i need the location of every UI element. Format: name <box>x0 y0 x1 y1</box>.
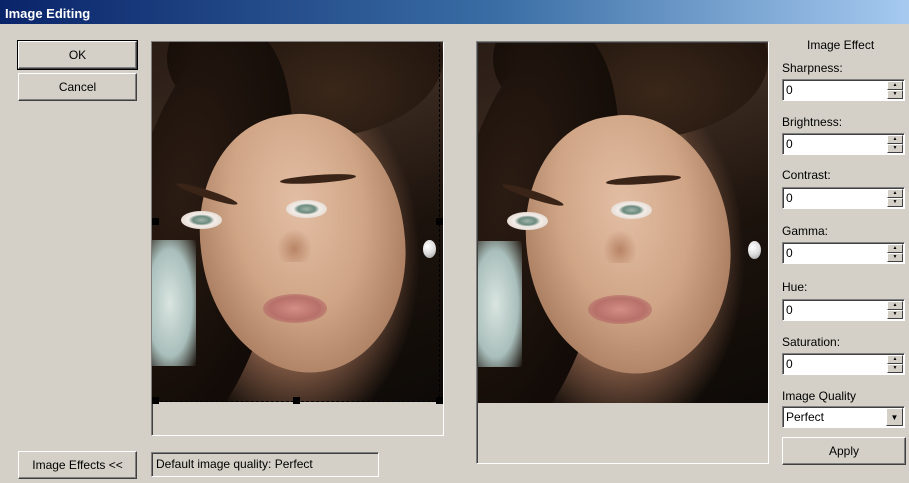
gamma-spinner[interactable]: 0 ▲ ▼ <box>782 242 905 264</box>
contrast-value[interactable]: 0 <box>786 191 793 205</box>
image-effects-toggle-button[interactable]: Image Effects << <box>18 451 137 479</box>
spin-down-icon[interactable]: ▼ <box>887 364 903 373</box>
spin-down-icon[interactable]: ▼ <box>887 310 903 319</box>
photo-left-eye <box>181 211 222 230</box>
hue-value[interactable]: 0 <box>786 303 793 317</box>
spin-down-icon[interactable]: ▼ <box>887 253 903 262</box>
cancel-button[interactable]: Cancel <box>18 73 137 101</box>
chevron-down-icon[interactable]: ▼ <box>886 408 903 426</box>
gamma-value[interactable]: 0 <box>786 246 793 260</box>
spin-down-icon[interactable]: ▼ <box>887 90 903 99</box>
window-title: Image Editing <box>0 0 909 24</box>
photo-lips <box>262 294 327 323</box>
apply-button[interactable]: Apply <box>782 437 906 465</box>
photo-nose <box>602 230 638 263</box>
photo-left-eye <box>507 212 548 231</box>
brightness-spinner[interactable]: 0 ▲ ▼ <box>782 133 905 155</box>
saturation-value[interactable]: 0 <box>786 357 793 371</box>
contrast-label: Contrast: <box>782 168 831 182</box>
photo-lips <box>588 295 652 324</box>
spin-down-icon[interactable]: ▼ <box>887 144 903 153</box>
photo-background-light <box>478 241 522 367</box>
status-text: Default image quality: Perfect <box>156 457 313 471</box>
image-quality-label: Image Quality <box>782 389 857 403</box>
photo-nose <box>277 229 313 262</box>
hue-spinner[interactable]: 0 ▲ ▼ <box>782 299 905 321</box>
spin-up-icon[interactable]: ▲ <box>887 189 903 198</box>
image-quality-value: Perfect <box>786 410 825 424</box>
ok-button[interactable]: OK <box>17 40 138 70</box>
source-image[interactable] <box>152 42 443 402</box>
brightness-label: Brightness: <box>782 115 843 129</box>
spin-up-icon[interactable]: ▲ <box>887 135 903 144</box>
crop-handle-bottom-right[interactable] <box>436 397 443 404</box>
effects-heading: Image Effect <box>807 38 875 52</box>
crop-handle-bottom-left[interactable] <box>152 397 159 404</box>
status-field: Default image quality: Perfect <box>151 452 379 477</box>
image-quality-select[interactable]: Perfect ▼ <box>782 406 905 428</box>
preview-image <box>478 43 768 403</box>
crop-handle-bottom-mid[interactable] <box>293 397 300 404</box>
crop-handle-left-mid[interactable] <box>152 218 159 225</box>
spin-up-icon[interactable]: ▲ <box>887 244 903 253</box>
sharpness-spinner[interactable]: 0 ▲ ▼ <box>782 79 905 101</box>
saturation-label: Saturation: <box>782 335 841 349</box>
photo-earring <box>422 240 436 258</box>
contrast-spinner[interactable]: 0 ▲ ▼ <box>782 187 905 209</box>
brightness-value[interactable]: 0 <box>786 137 793 151</box>
saturation-spinner[interactable]: 0 ▲ ▼ <box>782 353 905 375</box>
gamma-label: Gamma: <box>782 224 829 238</box>
spin-up-icon[interactable]: ▲ <box>887 355 903 364</box>
photo-earring <box>747 241 761 259</box>
sharpness-label: Sharpness: <box>782 61 843 75</box>
photo-background-light <box>152 240 196 366</box>
crop-handle-right-mid[interactable] <box>436 218 443 225</box>
spin-up-icon[interactable]: ▲ <box>887 81 903 90</box>
spin-down-icon[interactable]: ▼ <box>887 198 903 207</box>
hue-label: Hue: <box>782 280 808 294</box>
spin-up-icon[interactable]: ▲ <box>887 301 903 310</box>
sharpness-value[interactable]: 0 <box>786 83 793 97</box>
